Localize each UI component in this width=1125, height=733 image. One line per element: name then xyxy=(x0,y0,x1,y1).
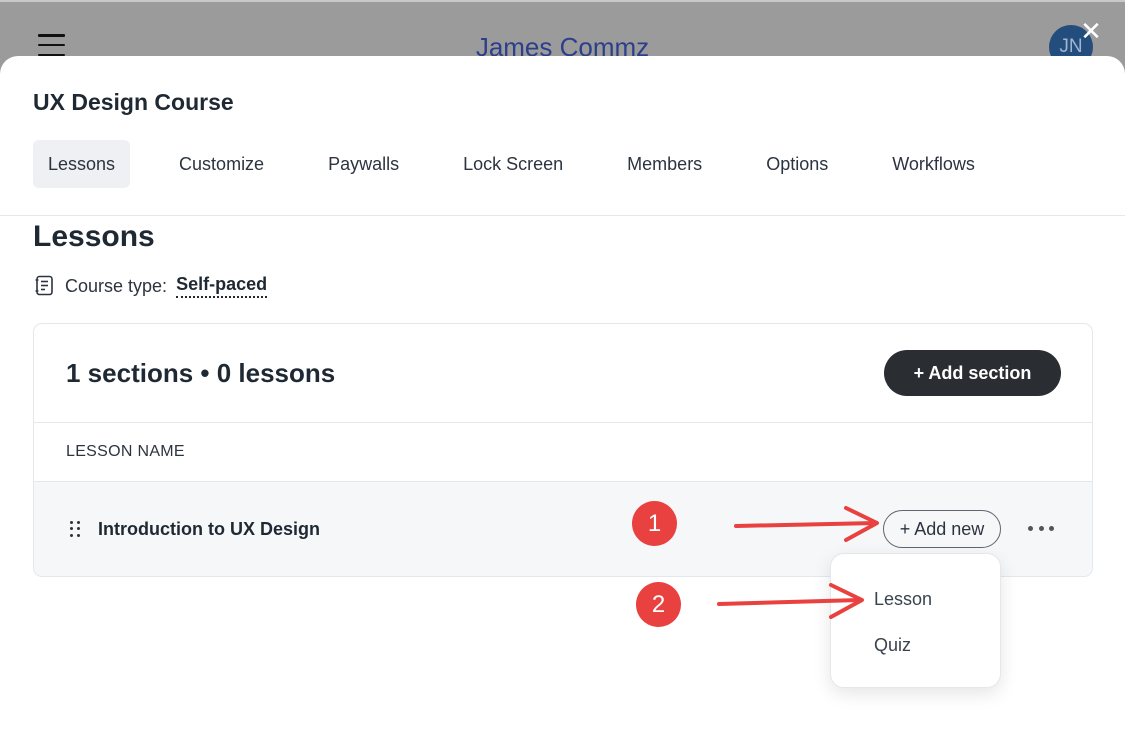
course-type-label: Course type: xyxy=(65,275,168,296)
lessons-heading: Lessons xyxy=(33,220,155,253)
tab-paywalls[interactable]: Paywalls xyxy=(313,140,414,188)
document-icon xyxy=(35,275,53,296)
tab-options[interactable]: Options xyxy=(751,140,843,188)
sections-card: 1 sections • 0 lessons + Add section LES… xyxy=(33,323,1093,577)
annotation-badge-2: 2 xyxy=(636,582,681,627)
tab-lock-screen[interactable]: Lock Screen xyxy=(448,140,578,188)
more-options-icon[interactable] xyxy=(1028,518,1054,538)
tab-customize[interactable]: Customize xyxy=(164,140,279,188)
background-header: James Commz JN xyxy=(0,0,1125,69)
add-section-button[interactable]: + Add section xyxy=(884,350,1061,396)
tab-lessons[interactable]: Lessons xyxy=(33,140,131,188)
section-lesson-counts: 1 sections • 0 lessons xyxy=(66,358,336,388)
tab-divider xyxy=(0,215,1125,216)
annotation-badge-1: 1 xyxy=(632,501,677,546)
course-type: Course type: Self-paced xyxy=(35,274,268,298)
tab-bar: Lessons Customize Paywalls Lock Screen M… xyxy=(33,140,1024,188)
tab-workflows[interactable]: Workflows xyxy=(877,140,990,188)
modal-title: UX Design Course xyxy=(33,89,234,115)
column-header-lesson-name: LESSON NAME xyxy=(66,443,185,460)
tab-members[interactable]: Members xyxy=(612,140,717,188)
close-icon[interactable]: ✕ xyxy=(1078,18,1104,44)
card-header: 1 sections • 0 lessons + Add section xyxy=(34,324,1092,423)
column-header: LESSON NAME xyxy=(34,423,1092,482)
section-name[interactable]: Introduction to UX Design xyxy=(98,519,320,540)
add-new-dropdown: Lesson Quiz xyxy=(830,553,1001,688)
drag-handle-icon[interactable] xyxy=(70,521,80,537)
add-new-button[interactable]: + Add new xyxy=(883,510,1001,548)
course-type-value[interactable]: Self-paced xyxy=(176,274,268,298)
dropdown-item-lesson[interactable]: Lesson xyxy=(874,589,932,610)
dropdown-item-quiz[interactable]: Quiz xyxy=(874,635,911,656)
